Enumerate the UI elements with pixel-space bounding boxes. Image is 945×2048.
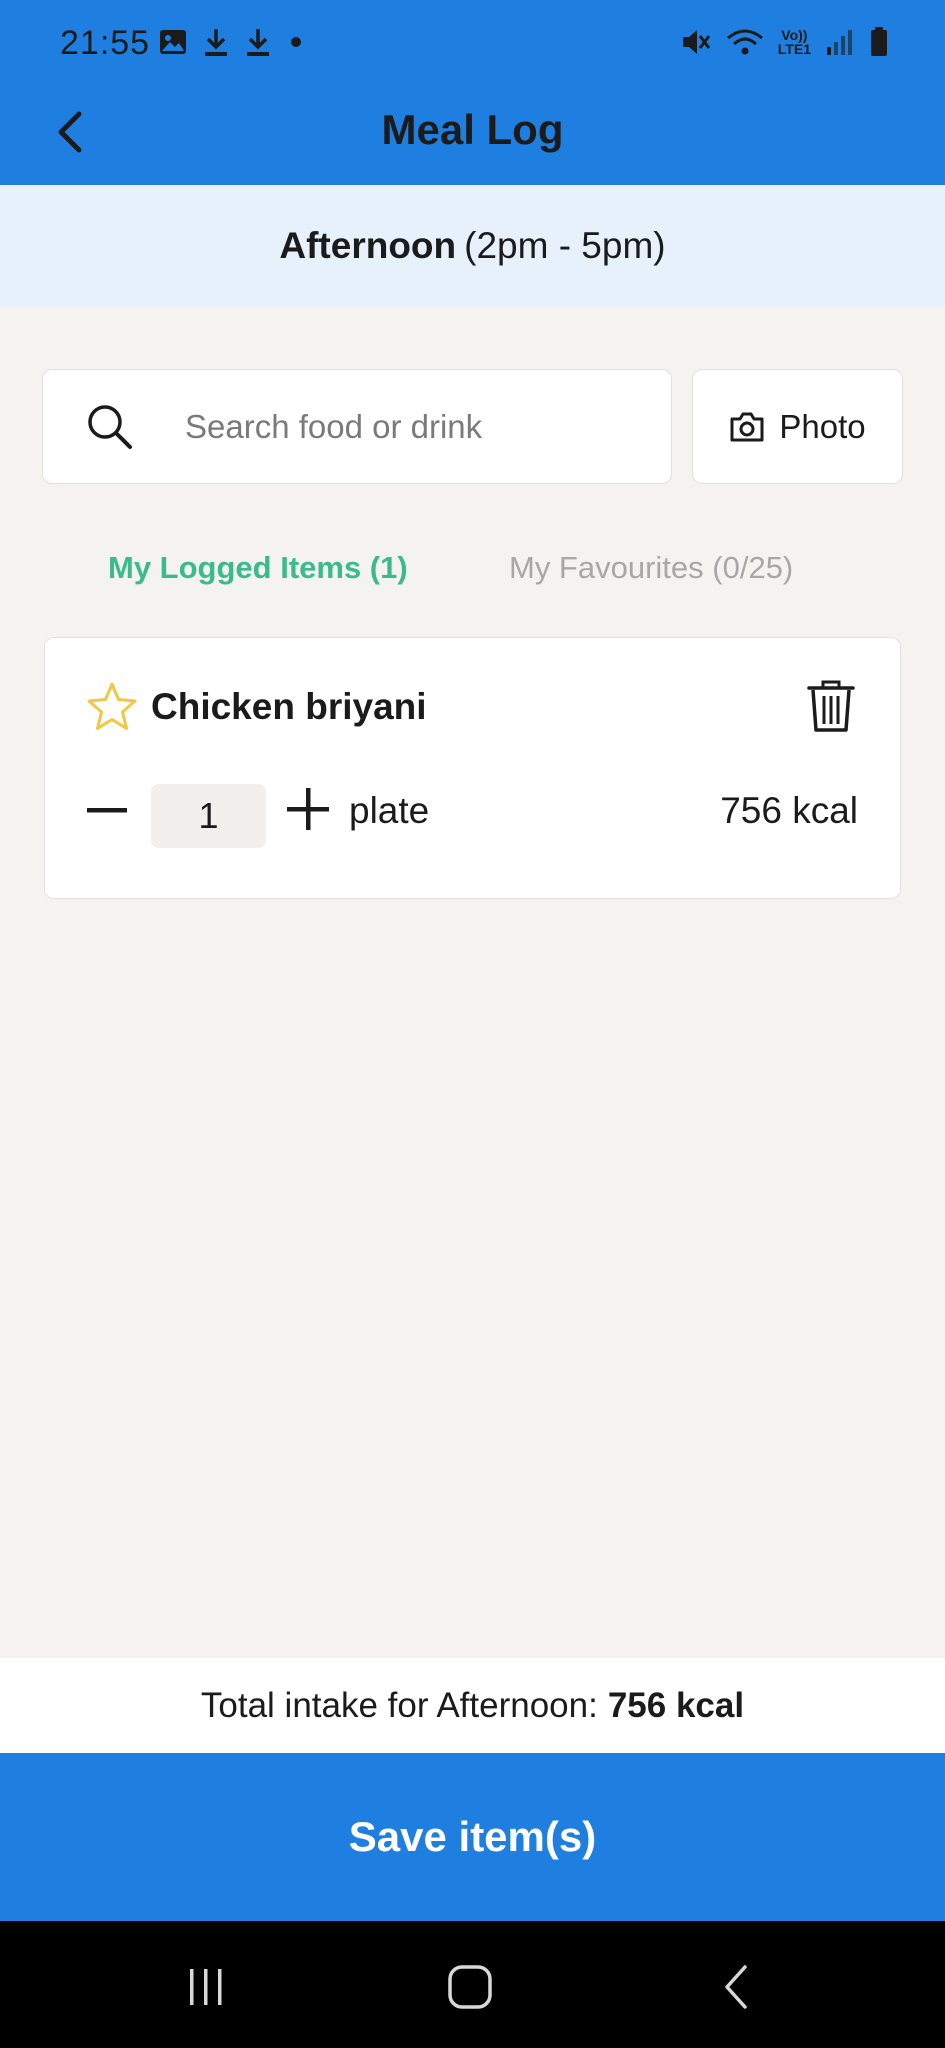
home-button[interactable]: [440, 1957, 500, 2017]
quantity-value[interactable]: 1: [151, 784, 266, 848]
download-icon: [202, 26, 230, 58]
volte-icon: Vo)) LTE1: [778, 28, 811, 56]
search-icon: [88, 404, 132, 449]
total-value: 756 kcal: [607, 1685, 745, 1725]
trash-icon[interactable]: [805, 678, 857, 734]
plus-icon: [287, 788, 329, 830]
recent-apps-button[interactable]: [176, 1957, 236, 2017]
period-range: (2pm - 5pm): [464, 225, 666, 266]
status-bar: 21:55 Vo)) LTE1: [0, 0, 945, 90]
meal-log-screen: 21:55 Vo)) LTE1 Meal Log Afternoon (2pm …: [0, 0, 945, 2048]
search-input[interactable]: [185, 407, 625, 446]
download-icon: [244, 26, 272, 58]
photo-button-label: Photo: [779, 407, 866, 445]
increase-quantity-button[interactable]: [283, 784, 333, 834]
recent-apps-icon: [190, 1969, 222, 2005]
system-back-button[interactable]: [706, 1957, 766, 2017]
item-calories: 756 kcal: [720, 790, 858, 831]
tab-logged-items[interactable]: My Logged Items (1): [108, 550, 408, 586]
save-items-button[interactable]: Save item(s): [0, 1753, 945, 1921]
page-title: Meal Log: [381, 106, 564, 153]
signal-icon: [825, 27, 855, 57]
status-system-icons: Vo)) LTE1: [680, 26, 889, 58]
total-intake-bar: Total intake for Afternoon: 756 kcal: [0, 1658, 945, 1753]
wifi-icon: [726, 27, 764, 57]
volte-text-bottom: LTE1: [777, 41, 811, 57]
status-notification-icons: [158, 26, 306, 58]
save-button-label: Save item(s): [348, 1813, 597, 1860]
image-icon: [158, 27, 188, 57]
minus-icon: [87, 808, 127, 813]
dot-icon: [286, 32, 306, 52]
status-time: 21:55: [60, 24, 151, 62]
total-label: Total intake for Afternoon:: [200, 1685, 598, 1725]
logged-item-card: Chicken briyani 1 plate 756 kcal: [44, 637, 901, 899]
top-bar: 21:55 Vo)) LTE1 Meal Log: [0, 0, 945, 185]
tab-favourites[interactable]: My Favourites (0/25): [509, 550, 793, 586]
app-bar: Meal Log: [0, 90, 945, 185]
favourite-star-icon[interactable]: [85, 680, 139, 734]
battery-icon: [869, 26, 889, 58]
period-name: Afternoon: [279, 225, 457, 266]
photo-button[interactable]: Photo: [692, 369, 903, 484]
volte-text-top: Vo)): [781, 27, 808, 43]
mute-icon: [680, 27, 712, 57]
camera-icon: [730, 412, 764, 441]
quantity-unit: plate: [349, 790, 430, 831]
back-icon: [725, 1965, 747, 2009]
meal-period-banner: Afternoon (2pm - 5pm): [0, 185, 945, 307]
food-name: Chicken briyani: [151, 686, 427, 727]
decrease-quantity-button[interactable]: [83, 786, 131, 834]
system-nav-bar: [0, 1921, 945, 2048]
home-icon: [448, 1965, 492, 2009]
item-tabs: My Logged Items (1) My Favourites (0/25): [0, 540, 945, 600]
search-box[interactable]: [42, 369, 672, 484]
